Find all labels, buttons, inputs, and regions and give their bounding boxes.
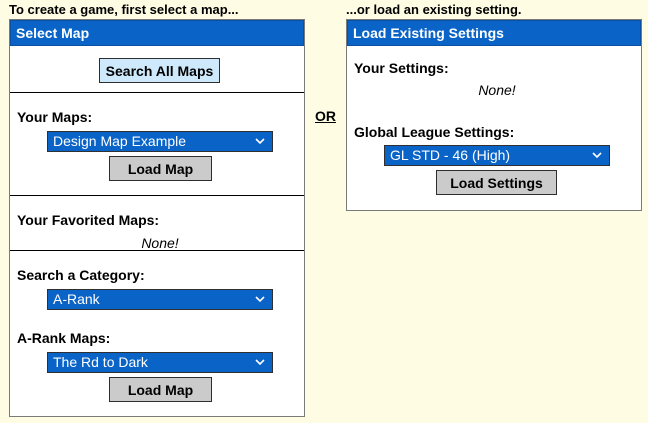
chevron-down-icon xyxy=(592,152,602,159)
global-league-select[interactable]: GL STD - 46 (High) xyxy=(384,145,610,166)
load-map-button[interactable]: Load Map xyxy=(109,156,212,181)
load-settings-header: Load Existing Settings xyxy=(347,20,641,46)
category-select[interactable]: A-Rank xyxy=(47,289,273,310)
favorited-maps-label: Your Favorited Maps: xyxy=(17,212,160,228)
category-select-value: A-Rank xyxy=(53,291,100,307)
global-league-select-value: GL STD - 46 (High) xyxy=(390,147,511,163)
category-maps-select-value: The Rd to Dark xyxy=(53,354,148,370)
divider xyxy=(10,195,304,196)
search-all-maps-button[interactable]: Search All Maps xyxy=(99,58,220,83)
divider xyxy=(10,250,304,251)
intro-right: ...or load an existing setting. xyxy=(346,2,522,17)
load-settings-panel: Load Existing Settings Your Settings: No… xyxy=(346,19,642,211)
your-settings-label: Your Settings: xyxy=(354,60,449,76)
category-maps-label: A-Rank Maps: xyxy=(17,330,111,346)
chevron-down-icon xyxy=(255,359,265,366)
intro-left: To create a game, first select a map... xyxy=(9,2,239,17)
your-maps-label: Your Maps: xyxy=(17,109,93,125)
load-settings-button[interactable]: Load Settings xyxy=(436,170,557,195)
your-settings-none: None! xyxy=(478,82,516,98)
load-map-button-2[interactable]: Load Map xyxy=(109,377,212,402)
or-link[interactable]: OR xyxy=(315,108,336,124)
favorited-maps-none: None! xyxy=(141,235,179,251)
select-map-header: Select Map xyxy=(10,20,304,46)
chevron-down-icon xyxy=(255,138,265,145)
category-label: Search a Category: xyxy=(17,267,145,283)
divider xyxy=(10,92,304,93)
your-maps-select[interactable]: Design Map Example xyxy=(47,131,273,152)
category-maps-select[interactable]: The Rd to Dark xyxy=(47,352,273,373)
your-maps-select-value: Design Map Example xyxy=(53,133,187,149)
select-map-panel: Select Map Search All Maps Your Maps: De… xyxy=(9,19,305,417)
chevron-down-icon xyxy=(255,296,265,303)
global-league-label: Global League Settings: xyxy=(354,124,515,140)
